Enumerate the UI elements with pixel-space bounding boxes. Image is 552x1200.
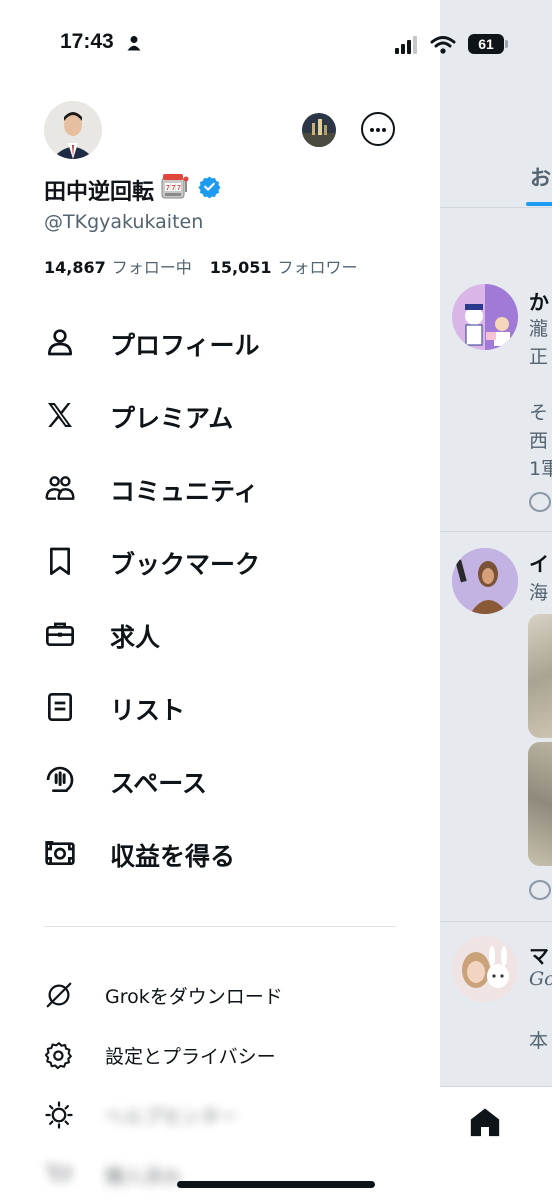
post-avatar[interactable] — [452, 548, 518, 614]
timeline-post[interactable]: か 瀧 正 そ 西 1軍 — [440, 210, 552, 532]
home-indicator[interactable] — [177, 1181, 375, 1188]
post-avatar[interactable] — [452, 284, 518, 350]
menu-label: ブックマーク — [110, 550, 261, 579]
post-text: 正 — [529, 346, 549, 368]
menu-item-settings[interactable]: 設定とプライバシー — [0, 1028, 440, 1082]
menu-item-grok-download[interactable]: Grokをダウンロード — [0, 968, 440, 1022]
spaces-icon — [46, 766, 74, 792]
user-handle[interactable]: @TKgyakukaiten — [44, 211, 203, 233]
post-avatar[interactable] — [452, 936, 518, 1002]
lightbulb-icon — [45, 1101, 73, 1129]
gear-icon — [44, 1042, 72, 1070]
menu-item-jobs[interactable]: 求人 — [0, 604, 440, 664]
post-image[interactable] — [528, 742, 552, 866]
reply-icon[interactable] — [529, 492, 551, 512]
svg-text:7: 7 — [166, 185, 170, 192]
menu-label: Grokをダウンロード — [105, 986, 283, 1008]
battery-tip — [505, 40, 508, 48]
following-link[interactable]: 14,867 フォロー中 — [44, 258, 192, 277]
followers-link[interactable]: 15,051 フォロワー — [210, 258, 358, 277]
account-switcher-avatar[interactable] — [302, 113, 336, 147]
menu-item-premium[interactable]: プレミアム — [0, 385, 440, 445]
menu-item-help-center[interactable]: ヘルプセンター — [0, 1088, 440, 1142]
post-text: 1軍 — [529, 458, 552, 480]
menu-item-spaces[interactable]: スペース — [0, 750, 440, 810]
timeline-tabs: お — [440, 150, 552, 208]
svg-text:7: 7 — [172, 185, 176, 192]
post-text: そ — [529, 402, 549, 424]
following-count: 14,867 — [44, 258, 106, 277]
slot-machine-icon: 7 7 7 — [161, 174, 189, 199]
communities-icon — [45, 476, 75, 500]
menu-label: 設定とプライバシー — [105, 1046, 276, 1068]
verified-badge-icon[interactable] — [198, 175, 221, 198]
post-author-name[interactable]: か — [529, 286, 549, 315]
followers-label: フォロワー — [277, 258, 358, 277]
list-icon — [48, 693, 72, 721]
briefcase-icon — [46, 622, 74, 646]
menu-item-lists[interactable]: リスト — [0, 677, 440, 737]
menu-label: ヘルプセンター — [105, 1106, 239, 1128]
active-tab-indicator — [526, 202, 552, 206]
post-text: 瀧 — [529, 318, 549, 340]
money-icon — [45, 841, 75, 865]
menu-label: 購入済み — [105, 1166, 182, 1188]
followers-count: 15,051 — [209, 258, 272, 277]
bookmark-icon — [50, 547, 70, 575]
menu-label: 収益を得る — [110, 842, 236, 871]
menu-item-bookmarks[interactable]: ブックマーク — [0, 531, 440, 591]
post-text: 海 — [529, 582, 549, 604]
reply-icon[interactable] — [529, 880, 551, 900]
menu-item-purchases[interactable]: 購入済み — [0, 1148, 440, 1200]
timeline-tab-label[interactable]: お — [530, 162, 551, 192]
battery-indicator: 61 — [468, 34, 504, 54]
post-author-name[interactable]: イ — [529, 548, 549, 577]
person-icon — [48, 329, 72, 356]
following-label: フォロー中 — [111, 258, 192, 277]
post-text: Go — [529, 968, 552, 990]
menu-label: リスト — [110, 696, 186, 725]
menu-label: プレミアム — [110, 404, 234, 433]
post-image[interactable] — [528, 614, 552, 738]
more-options-button[interactable] — [361, 112, 395, 146]
status-time: 17:43 — [60, 30, 114, 53]
cart-icon — [46, 1163, 72, 1180]
person-status-icon — [127, 36, 141, 51]
menu-item-profile[interactable]: プロフィール — [0, 312, 440, 372]
post-text: 本 — [529, 1030, 549, 1052]
menu-label: スペース — [110, 769, 208, 798]
dot — [370, 128, 374, 132]
menu-item-communities[interactable]: コミュニティ — [0, 458, 440, 518]
timeline-post[interactable]: マ Go 本 — [440, 922, 552, 1086]
timeline-post[interactable]: イ 海 — [440, 532, 552, 922]
bottom-tab-bar — [440, 1086, 552, 1200]
post-author-name[interactable]: マ — [529, 940, 549, 969]
display-name[interactable]: 田中逆回転 — [44, 174, 154, 206]
dot — [382, 128, 386, 132]
dot — [376, 128, 380, 132]
x-logo-icon — [48, 403, 72, 427]
menu-item-monetization[interactable]: 収益を得る — [0, 823, 440, 883]
svg-text:7: 7 — [177, 185, 181, 192]
grok-icon — [46, 982, 72, 1008]
navigation-drawer: 17:43 61 田中逆回転 7 7 7 @TKgyakukaiten 14,8… — [0, 0, 508, 1200]
follow-stats: 14,867 フォロー中 15,051 フォロワー — [44, 254, 358, 278]
menu-label: 求人 — [110, 623, 161, 652]
home-icon[interactable] — [468, 1105, 502, 1139]
profile-avatar[interactable] — [44, 101, 102, 159]
menu-label: プロフィール — [110, 331, 260, 360]
post-text: 西 — [529, 430, 549, 452]
timeline-background[interactable]: お か 瀧 正 そ 西 1軍 イ 海 マ G 本 — [440, 0, 552, 1200]
menu-label: コミュニティ — [110, 477, 259, 506]
menu-divider — [44, 926, 396, 927]
screen: お か 瀧 正 そ 西 1軍 イ 海 マ G 本 17:43 61 田中逆回転 … — [0, 0, 552, 1200]
